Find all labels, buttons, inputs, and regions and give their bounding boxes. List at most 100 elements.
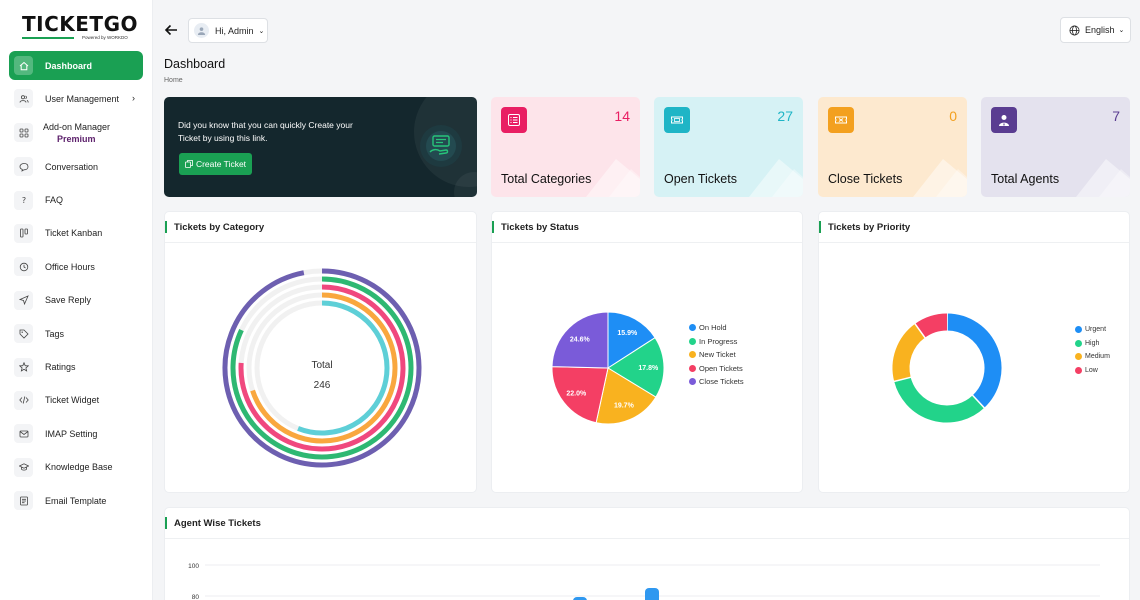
send-icon [14, 290, 33, 310]
logo-tagline: Powered by WORKDO [82, 35, 128, 40]
stat-card-total-agents[interactable]: 7 Total Agents [981, 97, 1130, 197]
sidebar-item-office-hours[interactable]: Office Hours [9, 252, 143, 281]
avatar [194, 23, 209, 38]
y-tick-label: 80 [192, 594, 200, 600]
logo-underline [22, 37, 74, 39]
chevron-down-icon: ⌄ [258, 27, 265, 35]
sidebar-item-ticket-widget[interactable]: Ticket Widget [9, 386, 143, 415]
premium-label: Premium [57, 133, 96, 144]
donut-legend: Urgent High Medium Low [1075, 323, 1110, 377]
legend-label: New Ticket [699, 350, 736, 360]
legend-label: Close Tickets [699, 377, 744, 387]
sidebar-item-ticket-kanban[interactable]: Ticket Kanban [9, 219, 143, 248]
stat-card-open-tickets[interactable]: 27 Open Tickets [654, 97, 803, 197]
home-icon [14, 56, 33, 75]
legend-item[interactable]: Medium [1075, 350, 1110, 364]
legend-item[interactable]: Urgent [1075, 323, 1110, 337]
priority-chart-panel: Tickets by Priority Urgent High Medium Low [818, 211, 1130, 493]
sidebar-item-save-reply[interactable]: Save Reply [9, 286, 143, 315]
sidebar-item-faq[interactable]: ? FAQ [9, 186, 143, 215]
pie-data-label: 19.7% [614, 403, 635, 410]
chat-icon [14, 157, 33, 177]
sidebar-item-label: Ticket Kanban [45, 228, 103, 239]
sidebar-item-label: Email Template [45, 495, 107, 506]
question-icon: ? [14, 190, 33, 210]
sidebar-nav: Dashboard User Management › Add-on Manag… [9, 51, 143, 519]
legend-item[interactable]: On Hold [689, 321, 744, 335]
legend-item[interactable]: Close Tickets [689, 375, 744, 389]
language-selector[interactable]: English ⌄ [1060, 17, 1131, 43]
y-tick-label: 100 [188, 563, 199, 570]
sidebar-item-dashboard[interactable]: Dashboard [9, 51, 143, 80]
mail-icon [14, 424, 33, 444]
back-arrow-icon[interactable] [163, 22, 179, 38]
donut-slice [894, 376, 985, 423]
legend-marker [689, 324, 696, 332]
sidebar-item-addon-manager[interactable]: Add-on Manager Premium [9, 118, 143, 148]
category-chart-panel: Tickets by Category Total 246 [164, 211, 477, 493]
copy-icon [185, 160, 193, 168]
breadcrumb[interactable]: Home [164, 77, 183, 84]
sidebar-item-label: Save Reply [45, 295, 92, 306]
status-chart-panel: Tickets by Status 15.9% 17.8% 19.7% 22.0% 24… [491, 211, 803, 493]
page-title: Dashboard [164, 57, 226, 71]
stat-card-total-categories[interactable]: 14 Total Categories [491, 97, 640, 197]
legend-label: On Hold [699, 323, 727, 333]
donut-slice [892, 323, 926, 382]
stat-label: Open Tickets [664, 172, 737, 186]
sidebar-item-label: Ratings [45, 362, 76, 373]
stat-card-close-tickets[interactable]: 0 Close Tickets [818, 97, 967, 197]
sidebar-item-conversation[interactable]: Conversation [9, 152, 143, 181]
template-icon [14, 491, 33, 511]
legend-label: Medium [1085, 353, 1110, 361]
stat-label: Total Agents [991, 172, 1060, 186]
pie-data-label: 24.6% [570, 337, 591, 344]
sidebar-item-email-template[interactable]: Email Template [9, 486, 143, 515]
legend-marker [1075, 366, 1082, 374]
kanban-icon [14, 223, 33, 243]
agent-icon [991, 107, 1017, 133]
legend-item[interactable]: High [1075, 337, 1110, 351]
sidebar-item-user-management[interactable]: User Management › [9, 84, 143, 113]
sidebar-item-tags[interactable]: Tags [9, 319, 143, 348]
legend-label: In Progress [699, 336, 738, 346]
legend-marker [1075, 339, 1082, 347]
legend-label: Open Tickets [699, 363, 743, 373]
language-label: English [1085, 25, 1115, 35]
radial-center-value: 246 [314, 380, 331, 391]
agent-bar-chart: 100 80 [188, 563, 1100, 600]
sidebar-item-label: Office Hours [45, 261, 95, 272]
panel-title: Tickets by Status [492, 212, 802, 243]
sidebar-item-label: User Management [45, 93, 120, 104]
panel-title: Agent Wise Tickets [165, 508, 1129, 539]
legend-marker [689, 351, 696, 359]
promo-text: Did you know that you can quickly Create… [178, 120, 353, 143]
sidebar-item-label: Add-on Manager [43, 121, 111, 132]
create-ticket-button[interactable]: Create Ticket [179, 153, 252, 175]
code-icon [14, 390, 33, 410]
legend-item[interactable]: Low [1075, 364, 1110, 378]
legend-item[interactable]: New Ticket [689, 348, 744, 362]
chevron-right-icon: › [132, 93, 135, 104]
sidebar-item-imap-setting[interactable]: IMAP Setting [9, 419, 143, 448]
stat-value: 27 [777, 108, 793, 124]
sidebar-item-label: Ticket Widget [45, 395, 100, 406]
sidebar-item-knowledge-base[interactable]: Knowledge Base [9, 453, 143, 482]
legend-item[interactable]: Open Tickets [689, 362, 744, 376]
legend-marker [1075, 353, 1082, 361]
legend-item[interactable]: In Progress [689, 335, 744, 349]
sidebar-item-ratings[interactable]: Ratings [9, 353, 143, 382]
closed-ticket-icon [828, 107, 854, 133]
logo[interactable]: TICKETGO Powered by WORKDO [22, 12, 137, 44]
ticket-hand-icon [420, 125, 462, 167]
legend-label: Urgent [1085, 326, 1107, 334]
legend-label: Low [1085, 366, 1098, 374]
sidebar-item-label: Knowledge Base [45, 462, 113, 473]
legend-label: High [1085, 339, 1100, 347]
user-menu-button[interactable]: Hi, Admin ⌄ [188, 18, 268, 43]
stat-value: 0 [949, 108, 957, 124]
stat-label: Close Tickets [828, 172, 903, 186]
legend-marker [689, 364, 696, 372]
chevron-down-icon: ⌄ [1118, 27, 1125, 34]
promo-card: Did you know that you can quickly Create… [164, 97, 477, 197]
